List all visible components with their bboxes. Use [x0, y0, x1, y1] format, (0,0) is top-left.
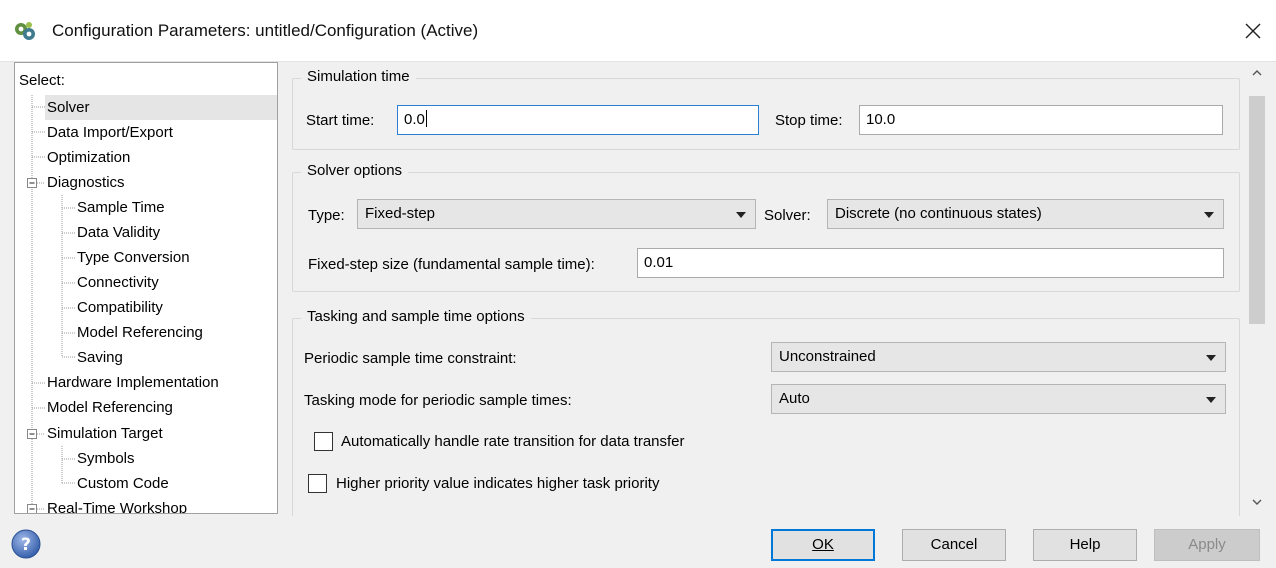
tree-item-custom-code[interactable]: Custom Code [75, 471, 169, 496]
fixed-step-size-label: Fixed-step size (fundamental sample time… [308, 256, 595, 273]
tree-item-data-import-export[interactable]: Data Import/Export [45, 120, 173, 145]
tree-item-compatibility[interactable]: Compatibility [75, 295, 163, 320]
simulation-time-title: Simulation time [301, 68, 416, 85]
tasking-options-title: Tasking and sample time options [301, 308, 531, 325]
stop-time-label: Stop time: [775, 112, 843, 129]
solver-select[interactable]: Discrete (no continuous states) [827, 199, 1224, 229]
tree-item-saving[interactable]: Saving [75, 345, 123, 370]
solver-settings-pane: Simulation time Start time: 0.0 Stop tim… [290, 62, 1242, 516]
fixed-step-size-input[interactable]: 0.01 [637, 248, 1224, 278]
tree-item-type-conversion[interactable]: Type Conversion [75, 245, 190, 270]
chevron-up-icon [1252, 69, 1262, 75]
start-time-input[interactable]: 0.0 [397, 105, 759, 135]
tree-item-optimization[interactable]: Optimization [45, 145, 130, 170]
title-bar: Configuration Parameters: untitled/Confi… [0, 0, 1276, 62]
ok-button[interactable]: OK [771, 529, 875, 561]
tree-item-model-referencing[interactable]: Model Referencing [45, 395, 173, 420]
simulink-gear-icon [14, 21, 36, 41]
chevron-down-icon [736, 212, 746, 218]
start-time-label: Start time: [306, 112, 375, 129]
solver-type-select[interactable]: Fixed-step [357, 199, 756, 229]
tree-item-sample-time[interactable]: Sample Time [75, 195, 165, 220]
solver-label: Solver: [764, 207, 811, 224]
help-button[interactable]: Help [1033, 529, 1137, 561]
stop-time-input[interactable]: 10.0 [859, 105, 1223, 135]
collapse-icon [27, 178, 37, 513]
chevron-down-icon [1204, 212, 1214, 218]
rate-transition-label[interactable]: Automatically handle rate transition for… [341, 433, 685, 450]
periodic-constraint-label: Periodic sample time constraint: [304, 350, 517, 367]
tasking-mode-label: Tasking mode for periodic sample times: [304, 392, 572, 409]
text-caret [425, 110, 427, 127]
periodic-constraint-select[interactable]: Unconstrained [771, 342, 1226, 372]
tree-item-diag-model-referencing[interactable]: Model Referencing [75, 320, 203, 345]
tree-item-real-time-workshop[interactable]: Real-Time Workshop [45, 496, 187, 513]
scroll-thumb[interactable] [1249, 96, 1265, 324]
tree-item-diagnostics[interactable]: Diagnostics [45, 170, 125, 195]
tasking-options-group: Tasking and sample time options Periodic… [292, 308, 1240, 516]
solver-options-title: Solver options [301, 162, 409, 179]
window-title: Configuration Parameters: untitled/Confi… [52, 21, 479, 40]
tasking-mode-select[interactable]: Auto [771, 384, 1226, 414]
tree-item-solver[interactable]: Solver [45, 95, 277, 120]
priority-label[interactable]: Higher priority value indicates higher t… [336, 475, 659, 492]
close-icon [1245, 23, 1261, 39]
vertical-scrollbar[interactable] [1246, 62, 1268, 516]
scroll-up-button[interactable] [1246, 62, 1268, 82]
category-tree[interactable]: Select: Solver Data Import/Export Optimi… [14, 62, 278, 514]
chevron-down-icon [1252, 499, 1262, 505]
help-icon[interactable]: ? [11, 529, 41, 559]
apply-button[interactable]: Apply [1154, 529, 1260, 561]
tree-item-hardware-implementation[interactable]: Hardware Implementation [45, 370, 219, 395]
solver-type-label: Type: [308, 207, 345, 224]
svg-text:?: ? [21, 535, 31, 555]
tree-item-data-validity[interactable]: Data Validity [75, 220, 160, 245]
tree-header-label: Select: [19, 72, 65, 89]
chevron-down-icon [1206, 397, 1216, 403]
rate-transition-checkbox[interactable] [314, 432, 333, 451]
close-button[interactable] [1230, 10, 1276, 52]
chevron-down-icon [1206, 355, 1216, 361]
tree-item-simulation-target[interactable]: Simulation Target [45, 421, 163, 446]
cancel-button[interactable]: Cancel [902, 529, 1006, 561]
tree-item-symbols[interactable]: Symbols [75, 446, 135, 471]
solver-options-group: Solver options Type: Fixed-step Solver: … [292, 162, 1240, 292]
priority-checkbox[interactable] [308, 474, 327, 493]
simulation-time-group: Simulation time Start time: 0.0 Stop tim… [292, 68, 1240, 150]
scroll-down-button[interactable] [1246, 492, 1268, 512]
tree-item-connectivity[interactable]: Connectivity [75, 270, 159, 295]
